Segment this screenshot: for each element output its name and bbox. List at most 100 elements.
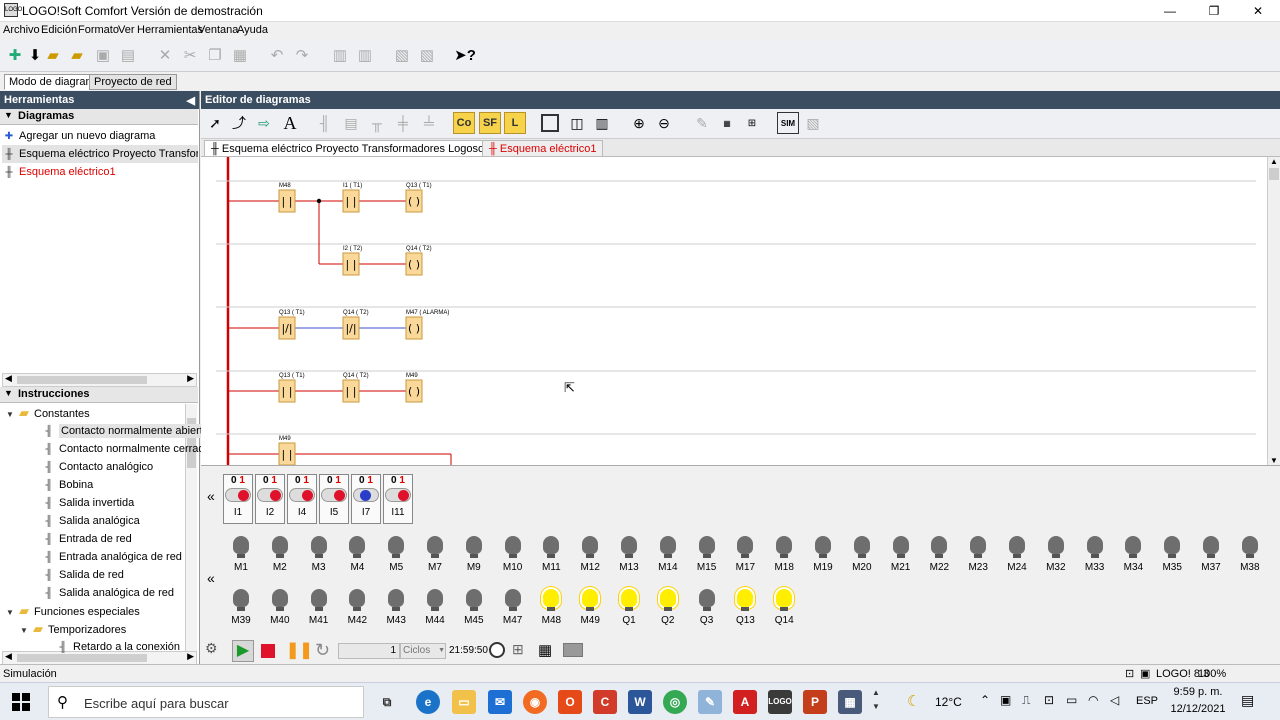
language-indicator[interactable]: ESP [1136,695,1158,707]
tab-network-project[interactable]: Proyecto de red [89,74,177,90]
online-icon[interactable]: ▧ [391,44,413,66]
context-help-icon[interactable]: ➤? [452,44,478,66]
transfer-pc-logo-icon[interactable]: ▥ [329,44,351,66]
volume-icon[interactable]: ◁ [1110,693,1119,707]
sim-play-button[interactable]: ▶ [232,640,254,662]
taskbar-search[interactable]: ⚲ Escribe aquí para buscar [48,686,364,718]
align-right-icon[interactable]: ▤ [340,112,362,134]
table-view-icon[interactable]: ▦ [538,641,552,659]
powerpoint-icon[interactable]: P [803,690,827,714]
select-pointer-icon[interactable]: ➚ [204,112,226,134]
undo-icon[interactable]: ↶ [266,44,288,66]
transfer-logo-pc-icon[interactable]: ▥ [354,44,376,66]
add-diagram-item[interactable]: ✚ Agregar un nuevo diagrama [2,127,156,145]
mail-icon[interactable]: ✉ [488,690,512,714]
tab-esquema-transformadores[interactable]: ╫ Esquema eléctrico Proyecto Transformad… [204,140,512,157]
tool-icon[interactable]: ✎ [698,690,722,714]
menu-formato[interactable]: Formato [78,24,119,36]
input-switch-i7[interactable]: 0 1 I7 [351,474,381,524]
block-tool-icon[interactable]: ⇨ [253,112,275,134]
tree-item[interactable]: ╢ Bobina [20,476,93,494]
open-icon[interactable]: ▰ [66,44,88,66]
collapse-outputs-icon[interactable]: « [207,570,215,586]
pen-icon[interactable]: ✎ [691,112,713,134]
close-button[interactable]: ✕ [1236,0,1280,22]
print-icon[interactable]: ▤ [117,44,139,66]
renumber-icon[interactable]: ▦ [716,112,738,134]
microphone-icon[interactable]: ⎍ [1022,693,1030,708]
minimize-button[interactable]: — [1148,0,1192,22]
simulation-button[interactable]: SIM [777,112,799,134]
canvas-vscroll[interactable]: ▲ ▼ [1267,157,1280,465]
menu-ayuda[interactable]: Ayuda [237,24,268,36]
nc-contact-element[interactable]: |/| Q13 ( T1) [278,310,305,340]
menu-herramientas[interactable]: Herramientas [137,24,203,36]
wifi-icon[interactable]: ◠ [1088,693,1098,707]
tree-item[interactable]: ╢ Salida analógica de red [20,584,174,602]
office-icon[interactable]: O [558,690,582,714]
cycles-input[interactable]: 1 [338,643,400,659]
taskbar-scroll-icon[interactable]: ▲ ▼ [872,686,880,714]
align-bottom-icon[interactable]: ╧ [418,112,440,134]
coil-element[interactable]: ( ) M49 [405,373,423,403]
sim-power-icon[interactable]: ⚙ [205,640,227,662]
camera-icon[interactable]: ⊡ [1044,693,1054,707]
windows-start-icon[interactable] [12,693,30,711]
clock-icon[interactable] [489,642,505,658]
zoom-in-icon[interactable]: ⊕ [628,112,650,134]
tree-item[interactable]: ╢ Retardo a la conexión [34,638,180,656]
offline-icon[interactable]: ▧ [416,44,438,66]
online-test-icon[interactable]: ▧ [802,112,824,134]
firefox-icon[interactable]: ◉ [523,690,547,714]
coil-element[interactable]: ( ) M47 ( ALARMA) [405,310,449,340]
tree-item[interactable]: ╢ Entrada de red [20,530,131,548]
tree-item[interactable]: ▼ ▰ Funciones especiales [6,602,140,620]
logic-button[interactable]: L [504,112,526,134]
display-icon[interactable] [563,643,583,657]
no-contact-element[interactable]: | | M49 [278,436,296,465]
menu-ventana[interactable]: Ventana [198,24,238,36]
tree-item[interactable]: ╢ Contacto normalmente cerrado [20,440,210,458]
no-contact-element[interactable]: | | Q13 ( T1) [278,373,305,403]
tray-chevron-icon[interactable]: ⌃ [980,693,990,707]
special-functions-button[interactable]: SF [479,112,501,134]
no-contact-element[interactable]: | | I2 ( T2) [342,246,362,276]
paste-icon[interactable]: ▦ [229,44,251,66]
align-top-icon[interactable]: ╥ [366,112,388,134]
redo-icon[interactable]: ↷ [291,44,313,66]
clock-time[interactable]: 9:59 p. m. [1168,686,1228,698]
split-view-icon[interactable]: ◫ [566,112,588,134]
open-folder-icon[interactable]: ▰ [42,44,64,66]
temperature[interactable]: 12°C [935,695,962,709]
diagrams-hscroll[interactable]: ◀ ▶ [2,373,197,387]
tree-item[interactable]: ╢ Entrada analógica de red [20,548,181,566]
delete-icon[interactable]: ✕ [154,44,176,66]
tree-item[interactable]: ╢ Salida invertida [20,494,134,512]
cut-connections-icon[interactable]: ⊞ [741,112,763,134]
diagram-item-esquema1[interactable]: ╫ Esquema eléctrico1 [2,163,115,181]
tab-esquema1[interactable]: ╫ Esquema eléctrico1 [482,140,604,157]
maximize-button[interactable]: ❐ [1192,0,1236,22]
new-file-icon[interactable]: ✚ [4,44,26,66]
input-switch-i4[interactable]: 0 1 I4 [287,474,317,524]
text-tool-icon[interactable]: A [279,112,301,134]
tree-item[interactable]: ▼ ▰ Temporizadores [20,620,126,638]
logo-soft-icon[interactable]: LOGO [768,690,792,714]
file-explorer-icon[interactable]: ▭ [452,690,476,714]
app-red-icon[interactable]: C [593,690,617,714]
sim-pause-button[interactable]: ❚❚ [286,643,313,659]
no-contact-element[interactable]: | | I1 ( T1) [342,183,362,213]
acrobat-icon[interactable]: A [733,690,757,714]
sim-stop-button[interactable] [261,644,275,658]
tree-item[interactable]: ╢ Salida analógica [20,512,139,530]
tree-item[interactable]: ▼ ▰ Constantes [6,404,90,422]
no-contact-element[interactable]: | | Q14 ( T2) [342,373,369,403]
input-switch-i2[interactable]: 0 1 I2 [255,474,285,524]
menu-edicion[interactable]: Edición [41,24,77,36]
menu-archivo[interactable]: Archivo [3,24,40,36]
chrome-icon[interactable]: ◎ [663,690,687,714]
input-switch-i11[interactable]: 0 1 I11 [383,474,413,524]
diagram-canvas[interactable]: | | M48 | | I1 ( T1) ( ) Q13 ( T1) | | I2 ( T2)… [201,157,1267,465]
diagram-item-transformadores[interactable]: ╫ Esquema eléctrico Proyecto Transformado… [2,145,198,163]
instructions-section-header[interactable]: ▼ Instrucciones [0,387,198,403]
